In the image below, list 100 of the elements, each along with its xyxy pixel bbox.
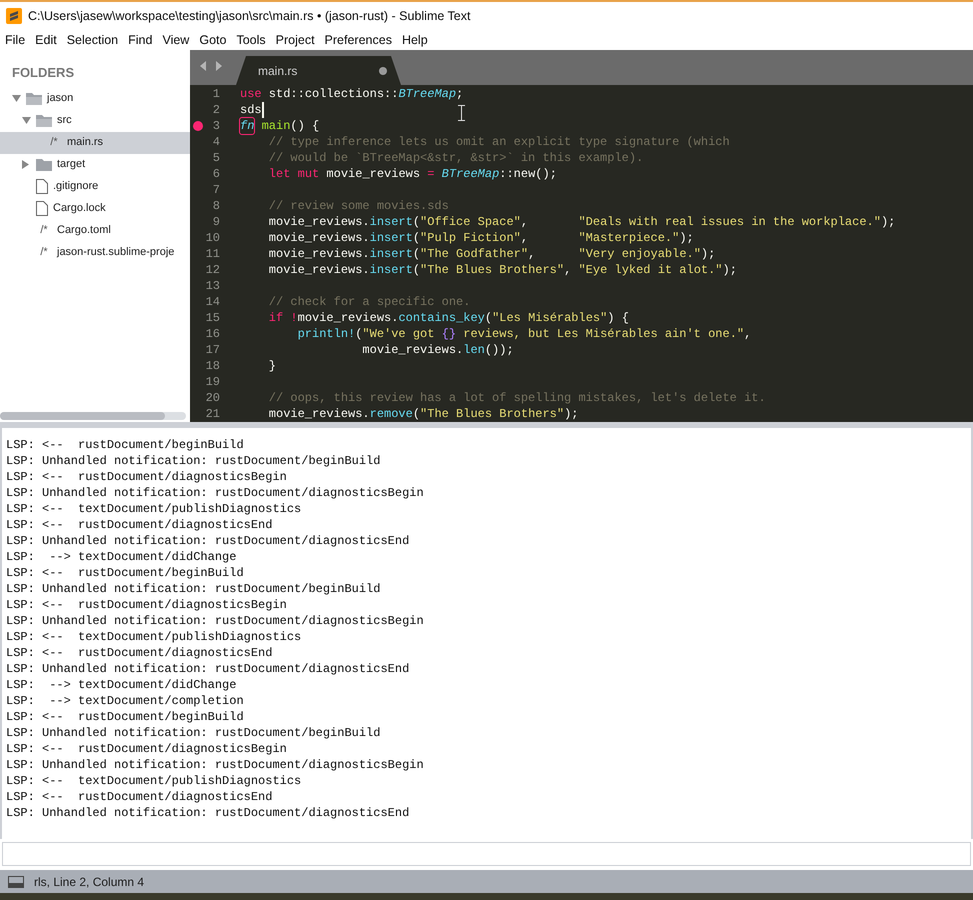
line-number: 17 [206,342,220,358]
code-line: // oops, this review has a lot of spelling mistakes, let's delete it. [268,390,766,406]
menu-item[interactable]: Project [270,30,320,50]
code-line: } [268,358,276,374]
item-label: target [57,157,86,172]
console-line: LSP: <-- rustDocument/diagnosticsEnd [6,789,274,805]
code-line: // review some movies.sds [268,198,449,214]
line-number: 6 [212,166,220,182]
menu-item[interactable]: Goto [194,30,232,50]
code-line: // would be `BTreeMap<&str, &str>` in this example). [268,150,644,166]
line-number: 4 [212,134,220,150]
menu-item[interactable]: View [157,30,194,50]
tree-item[interactable]: jason [0,88,190,110]
line-number: 16 [206,326,220,342]
console-line: LSP: Unhandled notification: rustDocument/beginBuild [6,581,382,597]
console-line: LSP: <-- rustDocument/beginBuild [6,709,245,725]
console-line: LSP: <-- textDocument/publishDiagnostics [6,501,302,517]
console-line: LSP: --> textDocument/didChange [6,549,238,565]
menu-item[interactable]: Tools [231,30,271,50]
tree-item[interactable]: .gitignore [0,176,190,198]
console-line: LSP: Unhandled notification: rustDocument/diagnosticsBegin [6,485,425,501]
code-line: movie_reviews.insert("The Godfather", "Very enjoyable."); [268,246,716,262]
text-cursor-icon [458,105,465,121]
line-number: 8 [212,198,220,214]
folder-icon [26,92,42,105]
folder-icon [36,158,52,171]
code-line: movie_reviews.insert("Office Space", "Deals with real issues in the workplace."); [268,214,896,230]
line-number: 13 [206,278,220,294]
menu-item[interactable]: File [0,30,30,50]
console-line: LSP: Unhandled notification: rustDocument/diagnosticsBegin [6,757,425,773]
line-number: 1 [212,86,220,102]
code-line: movie_reviews.remove("The Blues Brothers"); [268,406,578,422]
item-label: Cargo.lock [53,201,106,216]
tree-item[interactable]: /* Cargo.toml [0,220,190,242]
line-number: 18 [206,358,220,374]
breakpoint-dot[interactable] [193,121,203,131]
menu-item[interactable]: Preferences [320,30,397,50]
console-line: LSP: Unhandled notification: rustDocument/beginBuild [6,453,382,469]
console-line: LSP: Unhandled notification: rustDocument/beginBuild [6,725,382,741]
code-line: // check for a specific one. [268,294,470,310]
code-line: if !movie_reviews.contains_key("Les Misérables") { [268,310,629,326]
line-number: 10 [206,230,220,246]
console-line: LSP: Unhandled notification: rustDocument/diagnosticsEnd [6,805,410,821]
code-line: println!("We've got {} reviews, but Les Misérables ain't one.", [296,326,752,342]
console-line: LSP: --> textDocument/completion [6,693,245,709]
menu-item[interactable]: Find [123,30,158,50]
console-line: LSP: Unhandled notification: rustDocument/diagnosticsBegin [6,613,425,629]
item-label: main.rs [67,135,104,150]
code-line: sds [240,102,262,118]
code-line: movie_reviews.insert("The Blues Brothers", "Eye lyked it alot."); [268,262,737,278]
console-line: LSP: <-- rustDocument/diagnosticsBegin [6,741,288,757]
line-number: 21 [206,406,220,422]
tab-label: main.rs [258,62,298,80]
line-number: 19 [206,374,220,390]
code-file-icon: /* [36,222,52,239]
menu-item[interactable]: Help [396,30,433,50]
line-number: 5 [212,150,220,166]
item-label: jason [47,91,74,106]
console-line: LSP: --> textDocument/didChange [6,677,238,693]
sidebar-heading: FOLDERS [11,64,76,82]
item-label: jason-rust.sublime-proje [57,245,174,260]
tree-item[interactable]: /* main.rs [0,132,190,154]
console-line: LSP: Unhandled notification: rustDocument/diagnosticsEnd [6,661,410,677]
item-label: .gitignore [53,179,98,194]
console-input-field[interactable] [2,842,971,866]
code-line: movie_reviews.insert("Pulp Fiction", "Masterpiece."); [268,230,694,246]
tree-item[interactable]: src [0,110,190,132]
window-title: C:\Users\jasew\workspace\testing\jason\src\main.rs • (jason-rust) - Sublime Text [28,8,470,25]
line-number: 15 [206,310,220,326]
console-line: LSP: Unhandled notification: rustDocument/diagnosticsEnd [6,533,410,549]
console-line: LSP: <-- textDocument/publishDiagnostics [6,773,302,789]
code-file-icon: /* [36,244,52,261]
item-label: Cargo.toml [57,223,111,238]
tree-item[interactable]: target [0,154,190,176]
item-label: src [57,113,72,128]
console-line: LSP: <-- rustDocument/diagnosticsBegin [6,597,288,613]
tree-item[interactable]: /* jason-rust.sublime-proje [0,242,190,264]
line-number: 7 [212,182,220,198]
status-text: rls, Line 2, Column 4 [34,874,144,890]
app-logo-icon [6,8,22,24]
code-line: let mut movie_reviews = BTreeMap::new(); [268,166,557,182]
line-number: 9 [212,214,220,230]
code-line: fn main() { [240,118,320,134]
horizontal-scrollbar[interactable] [0,412,186,420]
line-number: 11 [206,246,220,262]
console-line: LSP: <-- rustDocument/beginBuild [6,437,245,453]
line-number: 20 [206,390,220,406]
panel-toggle-icon [8,876,24,888]
console-line: LSP: <-- textDocument/publishDiagnostics [6,629,302,645]
console-line: LSP: <-- rustDocument/diagnosticsEnd [6,645,274,661]
console-line: LSP: <-- rustDocument/diagnosticsBegin [6,469,288,485]
code-file-icon: /* [46,134,62,151]
line-number: 12 [206,262,220,278]
menu-item[interactable]: Edit [30,30,62,50]
tree-item[interactable]: Cargo.lock [0,198,190,220]
code-line: use std::collections::BTreeMap; [240,86,464,102]
line-number: 3 [212,118,220,134]
editor-tab[interactable]: main.rs [236,56,401,85]
menu-item[interactable]: Selection [62,30,124,50]
console-line: LSP: <-- rustDocument/diagnosticsEnd [6,517,274,533]
